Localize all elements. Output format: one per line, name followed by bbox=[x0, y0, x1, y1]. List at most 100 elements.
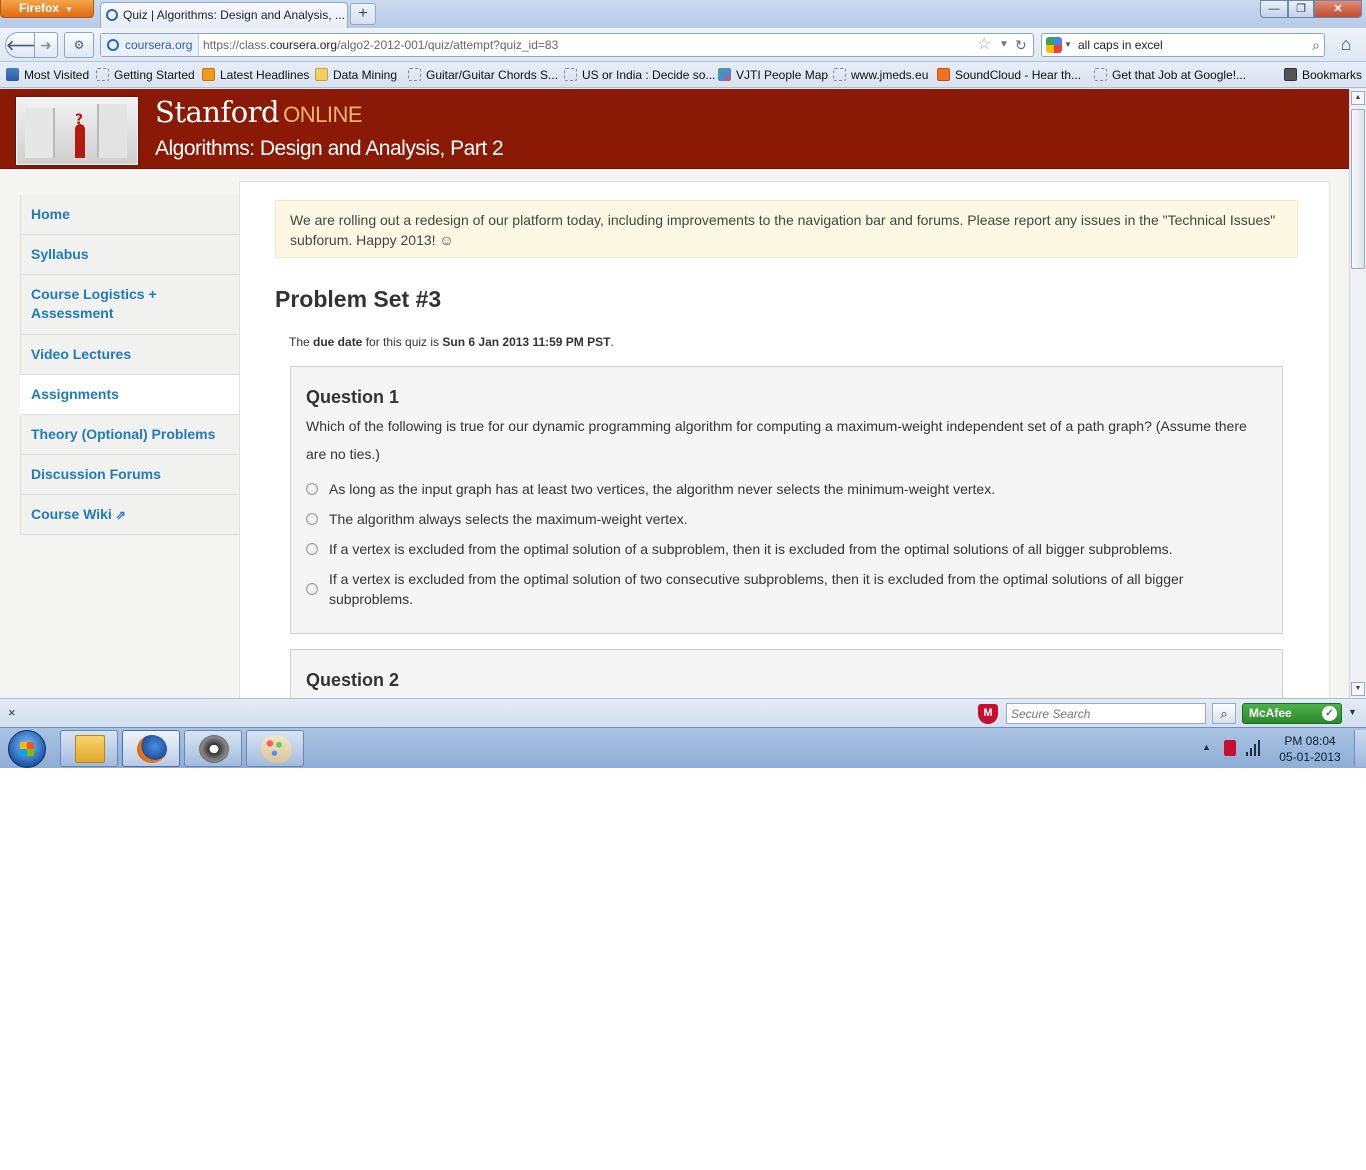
radio-button[interactable] bbox=[306, 483, 318, 495]
mcafee-shield-icon[interactable]: M bbox=[978, 704, 998, 724]
search-bar[interactable]: ▼ all caps in excel ⌕ bbox=[1041, 33, 1325, 57]
search-icon[interactable]: ⌕ bbox=[1312, 34, 1320, 56]
answer-option-4[interactable]: If a vertex is excluded from the optimal… bbox=[306, 569, 1266, 609]
bookmark-most-visited[interactable]: Most Visited bbox=[6, 68, 89, 82]
scroll-down-arrow-icon[interactable]: ▼ bbox=[1351, 682, 1365, 696]
addon-toolbar-button[interactable]: ⚙ bbox=[64, 32, 94, 58]
course-logo[interactable]: ? bbox=[16, 97, 138, 165]
minimize-button[interactable]: — bbox=[1260, 0, 1288, 18]
bookmarks-menu-button[interactable]: Bookmarks bbox=[1284, 68, 1362, 82]
mcafee-tray-icon[interactable] bbox=[1224, 740, 1236, 756]
google-icon[interactable] bbox=[1046, 37, 1062, 53]
secure-search-button[interactable]: ⌕ bbox=[1212, 703, 1236, 724]
scrollbar-thumb[interactable] bbox=[1351, 109, 1365, 269]
radio-button[interactable] bbox=[306, 513, 318, 525]
bookmark-page-icon bbox=[6, 68, 19, 81]
chevron-down-icon[interactable]: ▼ bbox=[1348, 707, 1357, 717]
bookmark-getting-started[interactable]: Getting Started bbox=[96, 68, 195, 82]
due-date-value: Sun 6 Jan 2013 11:59 PM PST bbox=[442, 335, 611, 349]
firefox-menu-button[interactable]: Firefox ▼ bbox=[0, 0, 94, 18]
bookmark-us-or-india[interactable]: US or India : Decide so... bbox=[564, 68, 715, 82]
new-tab-button[interactable]: + bbox=[350, 3, 376, 25]
bookmark-guitar-chords[interactable]: Guitar/Guitar Chords S... bbox=[408, 68, 558, 82]
page-scrollbar[interactable]: ▲ ▼ bbox=[1349, 89, 1366, 698]
sidebar-item-video-lectures[interactable]: Video Lectures bbox=[20, 335, 239, 375]
sidebar-item-theory-problems[interactable]: Theory (Optional) Problems bbox=[20, 415, 239, 455]
bookmarks-menu-label: Bookmarks bbox=[1302, 68, 1363, 82]
show-hidden-icons-icon[interactable]: ▲ bbox=[1202, 742, 1211, 752]
bookmark-label: SoundCloud - Hear th... bbox=[955, 68, 1082, 82]
bookmark-star-icon[interactable]: ☆ bbox=[977, 34, 991, 56]
reload-icon[interactable]: ↻ bbox=[1015, 34, 1027, 56]
logo-maze-wall bbox=[25, 108, 55, 158]
mcafee-site-advisor-button[interactable]: McAfee ✓ bbox=[1242, 703, 1342, 724]
scroll-up-arrow-icon[interactable]: ▲ bbox=[1351, 91, 1365, 105]
sidebar-item-home[interactable]: Home bbox=[20, 195, 239, 235]
tab-quiz[interactable]: Quiz | Algorithms: Design and Analysis, … bbox=[100, 2, 348, 28]
url-bar[interactable]: coursera.org https://class.coursera.org/… bbox=[100, 33, 1034, 57]
sidebar-item-syllabus[interactable]: Syllabus bbox=[20, 235, 239, 275]
url-history-dropdown-icon[interactable]: ▼ bbox=[999, 34, 1009, 56]
logo-figure bbox=[75, 124, 85, 158]
bookmark-google-job[interactable]: Get that Job at Google!... bbox=[1094, 68, 1246, 82]
maximize-button[interactable]: ❐ bbox=[1288, 0, 1314, 18]
system-clock[interactable]: PM 08:04 05-01-2013 bbox=[1274, 733, 1346, 765]
answer-option-1[interactable]: As long as the input graph has at least … bbox=[306, 479, 1266, 499]
course-sidebar: Home Syllabus Course Logistics + Assessm… bbox=[20, 195, 239, 535]
question-title: Question 2 bbox=[306, 670, 400, 690]
search-icon: ⌕ bbox=[1220, 706, 1228, 721]
sidebar-item-label: Home bbox=[31, 206, 70, 222]
course-title[interactable]: Algorithms: Design and Analysis, Part 2 bbox=[155, 137, 504, 161]
paint-palette-icon bbox=[261, 735, 291, 763]
chevron-down-icon: ▼ bbox=[1064, 40, 1072, 49]
bookmark-jmeds[interactable]: www.jmeds.eu bbox=[833, 68, 928, 82]
close-addon-bar-icon[interactable]: × bbox=[8, 705, 16, 720]
answer-option-text: If a vertex is excluded from the optimal… bbox=[329, 571, 1184, 607]
bookmark-vjti-people-map[interactable]: VJTI People Map bbox=[718, 68, 828, 82]
bookmark-data-mining[interactable]: Data Mining bbox=[315, 68, 397, 82]
sidebar-item-course-logistics[interactable]: Course Logistics + Assessment bbox=[20, 275, 239, 335]
bookmark-latest-headlines[interactable]: Latest Headlines bbox=[202, 68, 309, 82]
taskbar-paint[interactable] bbox=[246, 730, 304, 767]
map-icon bbox=[718, 68, 731, 81]
question-2: Question 2 bbox=[290, 649, 1283, 698]
close-window-button[interactable]: ✕ bbox=[1314, 0, 1362, 18]
secure-search-input[interactable] bbox=[1006, 703, 1206, 724]
url-domain: coursera.org bbox=[269, 38, 338, 52]
bookmark-label: Latest Headlines bbox=[220, 68, 310, 82]
sidebar-item-assignments[interactable]: Assignments bbox=[20, 375, 239, 415]
bookmark-label: Getting Started bbox=[114, 68, 195, 82]
web-page: ? Stanford ONLINE Algorithms: Design and … bbox=[0, 89, 1349, 698]
home-button[interactable]: ⌂ bbox=[1333, 32, 1359, 58]
taskbar-windows-explorer[interactable] bbox=[60, 730, 118, 767]
taskbar-app[interactable] bbox=[184, 730, 242, 767]
sidebar-item-course-wiki[interactable]: Course Wiki ⇗ bbox=[20, 495, 239, 535]
radio-button[interactable] bbox=[306, 583, 318, 595]
radio-button[interactable] bbox=[306, 543, 318, 555]
screen: Firefox ▼ Quiz | Algorithms: Design and A… bbox=[0, 0, 1366, 768]
home-icon: ⌂ bbox=[1340, 34, 1352, 54]
app-icon bbox=[199, 735, 229, 763]
bookmark-label: Get that Job at Google!... bbox=[1112, 68, 1247, 82]
search-input[interactable]: all caps in excel bbox=[1078, 34, 1163, 56]
bookmark-soundcloud[interactable]: SoundCloud - Hear th... bbox=[937, 68, 1081, 82]
answer-option-2[interactable]: The algorithm always selects the maximum… bbox=[306, 509, 1266, 529]
start-button[interactable] bbox=[8, 730, 46, 768]
bookmark-label: Guitar/Guitar Chords S... bbox=[426, 68, 559, 82]
folder-icon bbox=[75, 735, 105, 763]
network-signal-icon[interactable] bbox=[1246, 740, 1262, 756]
bookmark-label: VJTI People Map bbox=[736, 68, 829, 82]
bookmark-page-icon bbox=[408, 68, 421, 81]
bookmarks-toolbar: Most Visited Getting Started Latest Head… bbox=[0, 62, 1366, 88]
show-desktop-button[interactable] bbox=[1354, 730, 1366, 767]
windows-taskbar: ▲ PM 08:04 05-01-2013 bbox=[0, 727, 1366, 768]
answer-option-3[interactable]: If a vertex is excluded from the optimal… bbox=[306, 539, 1266, 559]
forward-button[interactable]: ➜ bbox=[34, 32, 58, 58]
site-identity-button[interactable]: coursera.org bbox=[101, 34, 200, 56]
addon-bar: × M ⌕ McAfee ✓ ▼ bbox=[0, 698, 1366, 727]
sidebar-item-discussion-forums[interactable]: Discussion Forums bbox=[20, 455, 239, 495]
stanford-online-brand[interactable]: Stanford ONLINE bbox=[155, 95, 363, 129]
back-button[interactable]: 🡐 bbox=[5, 32, 44, 58]
taskbar-firefox[interactable] bbox=[122, 730, 180, 767]
rss-icon bbox=[202, 68, 215, 81]
